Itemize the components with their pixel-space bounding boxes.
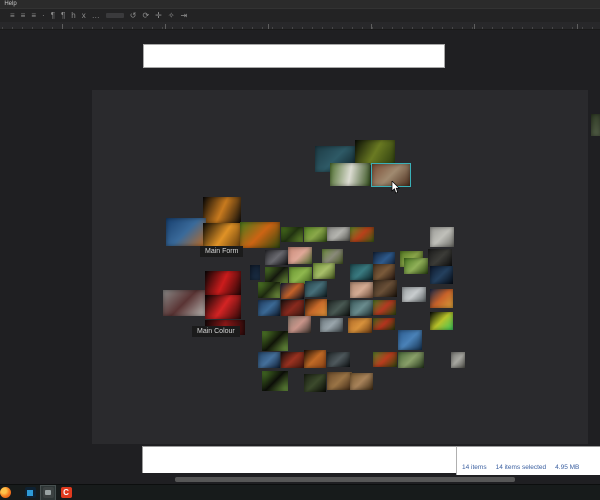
image-thumbnail[interactable]: [430, 266, 453, 284]
image-thumbnail[interactable]: [262, 331, 288, 351]
image-thumbnail[interactable]: [250, 265, 260, 280]
align-top-icon[interactable]: ≡: [10, 11, 15, 21]
char-x-icon[interactable]: x: [82, 11, 86, 21]
image-thumbnail[interactable]: [288, 247, 312, 264]
windows-taskbar: C: [0, 484, 600, 500]
image-thumbnail[interactable]: [281, 300, 304, 316]
image-thumbnail[interactable]: [304, 374, 326, 392]
image-thumbnail[interactable]: [404, 258, 428, 274]
firefox-icon: [0, 487, 11, 498]
image-thumbnail[interactable]: [327, 352, 350, 367]
image-thumbnail[interactable]: [355, 140, 395, 165]
image-thumbnail[interactable]: [203, 197, 241, 223]
horizontal-scrollbar-thumb[interactable]: [175, 477, 515, 482]
sparkle-icon[interactable]: ✧: [168, 11, 175, 21]
desktop-screen: Window Help ≡ ≡ ≡ · ¶ ¶ hx … ↺ ⟳ ✛ ✧ ⇥ Main Form Mai…: [0, 0, 600, 500]
explorer-window-bottom-right: 14 items 14 items selected 4.95 MB: [456, 446, 600, 475]
image-thumbnail[interactable]: [428, 249, 452, 267]
image-thumbnail[interactable]: [305, 281, 327, 297]
image-thumbnail[interactable]: [281, 227, 303, 242]
camera-app-icon: [42, 487, 54, 498]
move-cross-icon[interactable]: ✛: [155, 11, 162, 21]
image-thumbnail[interactable]: [205, 271, 241, 295]
taskbar-firefox-button[interactable]: [0, 485, 16, 500]
image-thumbnail[interactable]: [163, 290, 205, 316]
pasteboard-panel: [92, 90, 588, 444]
image-thumbnail[interactable]: [350, 227, 374, 242]
dimmed-toolbar-label: [105, 13, 124, 18]
image-thumbnail[interactable]: [327, 372, 352, 390]
image-thumbnail[interactable]: [327, 227, 350, 241]
image-thumbnail[interactable]: [398, 330, 422, 350]
image-thumbnail[interactable]: [258, 352, 280, 368]
c-app-icon: C: [60, 487, 72, 498]
image-thumbnail[interactable]: [373, 264, 395, 280]
image-thumbnail[interactable]: [322, 249, 343, 264]
explorer-window-bottom-left: [142, 446, 456, 473]
image-thumbnail[interactable]: [262, 371, 288, 391]
visualization-workspace: Main Form Main Colour 14 items 14 items …: [0, 30, 600, 484]
image-thumbnail[interactable]: [373, 280, 397, 297]
image-thumbnail[interactable]: [281, 283, 304, 299]
rotate-ccw-icon[interactable]: ↺: [130, 11, 137, 21]
cluster-label-main-colour: Main Colour: [192, 326, 240, 337]
explorer-window-top: [143, 44, 445, 68]
image-thumbnail[interactable]: [327, 300, 350, 316]
mouse-cursor: [391, 181, 400, 194]
paragraph-icon[interactable]: ¶: [51, 11, 55, 21]
image-thumbnail[interactable]: [281, 352, 304, 368]
image-thumbnail[interactable]: [240, 222, 280, 248]
menu-bar: Window Help: [0, 0, 600, 8]
menu-item-help[interactable]: Help: [4, 0, 16, 8]
image-thumbnail[interactable]: [451, 352, 465, 368]
image-thumbnail[interactable]: [265, 250, 288, 265]
image-thumbnail[interactable]: [348, 318, 372, 333]
image-thumbnail[interactable]: [304, 227, 327, 242]
image-thumbnail[interactable]: [166, 218, 206, 246]
explorer-status-bar: 14 items 14 items selected 4.95 MB: [462, 464, 579, 471]
image-thumbnail[interactable]: [350, 264, 373, 280]
status-item-count: 14 items: [462, 464, 487, 471]
more-options-icon[interactable]: …: [92, 11, 100, 21]
image-thumbnail[interactable]: [350, 282, 373, 298]
paragraph-alt-icon[interactable]: ¶: [61, 11, 65, 21]
image-thumbnail[interactable]: [330, 163, 370, 186]
horizontal-scrollbar-track: [0, 474, 600, 484]
status-selected-count: 14 items selected: [495, 464, 547, 471]
image-thumbnail[interactable]: [258, 300, 280, 316]
image-thumbnail[interactable]: [591, 114, 600, 136]
image-thumbnail[interactable]: [430, 312, 453, 330]
image-thumbnail[interactable]: [402, 287, 426, 302]
taskbar-blue-app-button[interactable]: [22, 485, 38, 500]
blue-app-icon: [24, 487, 36, 498]
image-thumbnail[interactable]: [350, 300, 373, 316]
image-thumbnail[interactable]: [373, 352, 397, 367]
horizontal-ruler: [0, 22, 600, 30]
align-middle-icon[interactable]: ≡: [21, 11, 26, 21]
image-thumbnail[interactable]: [305, 299, 327, 316]
app-toolbar: ≡ ≡ ≡ · ¶ ¶ h x … ↺ ⟳ ✛ ✧ ⇥: [0, 8, 600, 22]
rotate-cw-icon[interactable]: ⟳: [142, 11, 149, 21]
image-thumbnail[interactable]: [430, 227, 454, 247]
image-thumbnail[interactable]: [205, 295, 241, 319]
cluster-label-main-form: Main Form: [200, 246, 244, 257]
align-bottom-icon[interactable]: ≡: [31, 11, 36, 21]
image-thumbnail[interactable]: [304, 350, 326, 368]
image-thumbnail[interactable]: [373, 318, 395, 330]
divider-icon[interactable]: ·: [42, 11, 45, 21]
image-thumbnail[interactable]: [373, 300, 396, 315]
status-selected-size: 4.95 MB: [555, 464, 580, 471]
image-thumbnail[interactable]: [313, 263, 335, 279]
image-thumbnail[interactable]: [350, 373, 373, 390]
taskbar-c-app-button[interactable]: C: [58, 485, 74, 500]
image-thumbnail[interactable]: [430, 289, 453, 308]
image-thumbnail[interactable]: [398, 352, 424, 368]
taskbar-image-viewer-button[interactable]: [40, 484, 56, 500]
image-thumbnail[interactable]: [288, 316, 311, 333]
image-thumbnail[interactable]: [320, 318, 343, 332]
char-height-icon[interactable]: h: [71, 11, 75, 21]
flag-end-icon[interactable]: ⇥: [181, 11, 188, 21]
image-thumbnail[interactable]: [258, 282, 280, 298]
